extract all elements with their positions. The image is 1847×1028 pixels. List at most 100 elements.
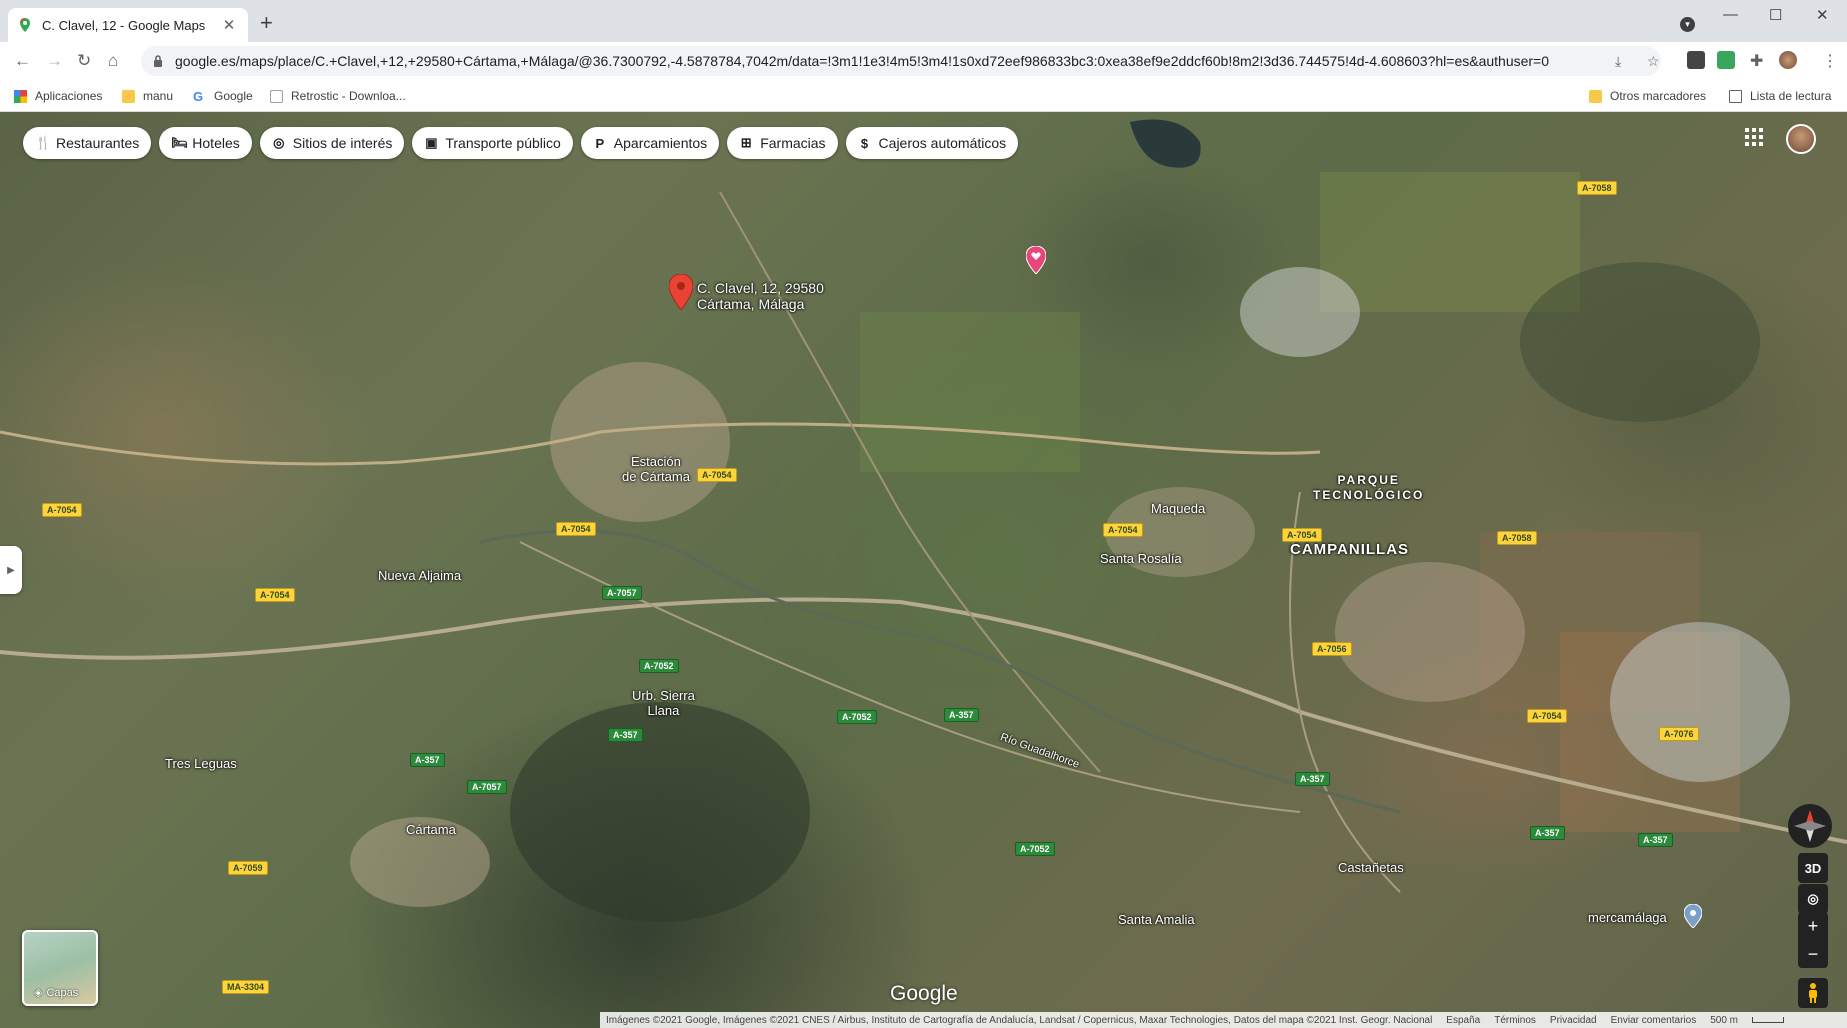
new-tab-icon[interactable]: + — [260, 12, 273, 34]
extensions-puzzle-icon[interactable]: ✚ — [1750, 51, 1763, 71]
extension-1-icon[interactable] — [1687, 51, 1705, 69]
bookmark-star-icon[interactable]: ☆ — [1647, 53, 1660, 70]
home-icon[interactable]: ⌂ — [108, 51, 118, 71]
road-shield: A-7058 — [1497, 531, 1537, 545]
chip-label: Transporte público — [445, 135, 561, 151]
maximize-icon[interactable]: ☐ — [1769, 6, 1782, 24]
scale-bar — [1752, 1017, 1784, 1023]
footer-link-terminos[interactable]: Términos — [1494, 1015, 1536, 1026]
place-urb-sierra-llana[interactable]: Urb. Sierra Llana — [632, 688, 695, 718]
zoom-out-button[interactable]: − — [1798, 940, 1828, 968]
place-label: Urb. Sierra — [632, 688, 695, 703]
saved-place-heart-icon[interactable] — [1026, 246, 1046, 274]
layers-text: Capas — [46, 986, 79, 999]
address-bar[interactable]: google.es/maps/place/C.+Clavel,+12,+2958… — [141, 46, 1661, 76]
camera-icon: ◎ — [273, 135, 285, 150]
road-shield: A-7059 — [228, 861, 268, 875]
lock-icon — [154, 55, 162, 67]
place-cartama[interactable]: Cártama — [406, 822, 456, 837]
road-shield: A-7057 — [467, 780, 507, 794]
bookmark-apps[interactable]: Aplicaciones — [14, 89, 102, 103]
chip-farmacias[interactable]: ⊞ Farmacias — [727, 127, 838, 159]
bookmark-retrostic[interactable]: Retrostic - Downloa... — [270, 89, 406, 103]
road-shield: A-7052 — [837, 710, 877, 724]
bookmark-label: Lista de lectura — [1750, 89, 1832, 103]
road-shield: A-7054 — [1527, 709, 1567, 723]
layers-toggle[interactable]: ◈ Capas — [22, 930, 98, 1006]
tab-title: C. Clavel, 12 - Google Maps — [42, 17, 206, 33]
zoom-in-button[interactable]: + — [1798, 912, 1828, 940]
parking-icon: P — [595, 135, 605, 151]
road-shield: A-7052 — [1015, 842, 1055, 856]
bookmark-label: Retrostic - Downloa... — [291, 89, 406, 103]
road-shield: A-7054 — [697, 468, 737, 482]
bookmark-google[interactable]: G Google — [193, 89, 253, 103]
place-label: TECNOLÓGICO — [1313, 488, 1425, 502]
google-logo: Google — [890, 982, 958, 1005]
bookmark-label: Aplicaciones — [35, 89, 103, 103]
folder-icon — [122, 89, 135, 103]
place-estacion-de-cartama[interactable]: Estación de Cártama — [622, 454, 690, 484]
place-santa-rosalia[interactable]: Santa Rosalía — [1100, 551, 1182, 566]
pin-address[interactable]: C. Clavel, 12, 29580 Cártama, Málaga — [697, 280, 824, 312]
footer-link-espana[interactable]: España — [1446, 1015, 1480, 1026]
my-location-icon[interactable]: ◎ — [1798, 884, 1828, 914]
place-campanillas[interactable]: CAMPANILLAS — [1290, 542, 1409, 557]
road-shield: A-7054 — [42, 503, 82, 517]
back-icon[interactable]: ← — [14, 51, 31, 71]
menu-kebab-icon[interactable]: ⋮ — [1822, 51, 1838, 71]
install-icon[interactable]: ⤓ — [1615, 53, 1621, 70]
google-apps-icon[interactable] — [1745, 128, 1763, 146]
place-santa-amalia[interactable]: Santa Amalia — [1118, 912, 1195, 927]
3d-toggle-button[interactable]: 3D — [1798, 853, 1828, 883]
hotel-icon: 🛏 — [171, 135, 188, 150]
reading-list[interactable]: Lista de lectura — [1729, 89, 1831, 103]
satellite-map[interactable]: 🍴 Restaurantes 🛏 Hoteles ◎ Sitios de interé… — [0, 112, 1847, 1028]
chip-transporte-publico[interactable]: ▣ Transporte público — [412, 127, 573, 159]
map-footer: Imágenes ©2021 Google, Imágenes ©2021 CN… — [600, 1012, 1847, 1028]
place-nueva-aljaima[interactable]: Nueva Aljaima — [378, 568, 461, 583]
compass-icon[interactable] — [1788, 804, 1832, 848]
extension-2-icon[interactable] — [1717, 51, 1735, 69]
apps-grid-icon — [14, 89, 27, 103]
atm-icon: $ — [860, 135, 869, 151]
chip-label: Sitios de interés — [292, 135, 393, 151]
pegman-icon[interactable] — [1798, 978, 1828, 1008]
expand-panel-icon[interactable]: ▶ — [0, 546, 22, 594]
profile-avatar-icon[interactable] — [1779, 51, 1797, 69]
footer-link-comentarios[interactable]: Enviar comentarios — [1611, 1015, 1697, 1026]
poi-pin-icon[interactable] — [1684, 904, 1702, 928]
scale-label[interactable]: 500 m — [1710, 1015, 1738, 1026]
place-tres-leguas[interactable]: Tres Leguas — [165, 756, 237, 771]
attribution: Imágenes ©2021 Google, Imágenes ©2021 CN… — [606, 1014, 1433, 1026]
account-avatar[interactable] — [1786, 124, 1816, 154]
bookmark-manu[interactable]: manu — [122, 89, 173, 103]
road-shield: A-357 — [1295, 772, 1330, 786]
location-pin-icon[interactable] — [669, 274, 693, 310]
bookmark-other[interactable]: Otros marcadores — [1589, 89, 1706, 103]
chip-aparcamientos[interactable]: P Aparcamientos — [580, 127, 720, 159]
close-window-icon[interactable]: ✕ — [1816, 6, 1829, 24]
chip-restaurantes[interactable]: 🍴 Restaurantes — [23, 127, 152, 159]
place-maqueda[interactable]: Maqueda — [1151, 501, 1205, 516]
reload-icon[interactable]: ↻ — [77, 51, 91, 71]
bookmark-label: Google — [214, 89, 253, 103]
place-mercamalaga[interactable]: mercamálaga — [1588, 910, 1667, 925]
chip-hoteles[interactable]: 🛏 Hoteles — [159, 127, 252, 159]
place-label: de Cártama — [622, 469, 690, 484]
pharmacy-icon: ⊞ — [740, 135, 752, 150]
tab-search-icon[interactable]: ▾ — [1680, 17, 1695, 32]
place-castanetas[interactable]: Castañetas — [1338, 860, 1404, 875]
browser-toolbar: ← → ↻ ⌂ google.es/maps/place/C.+Clavel,+… — [0, 42, 1847, 80]
tab-close-icon[interactable]: ✕ — [220, 16, 238, 34]
chip-label: Farmacias — [760, 135, 826, 151]
forward-icon[interactable]: → — [46, 51, 63, 71]
place-parque-tecnologico[interactable]: PARQUE TECNOLÓGICO — [1313, 473, 1424, 503]
minimize-icon[interactable]: — — [1723, 6, 1738, 23]
active-tab[interactable]: C. Clavel, 12 - Google Maps ✕ — [8, 8, 248, 42]
chip-cajeros[interactable]: $ Cajeros automáticos — [845, 127, 1019, 159]
place-label: PARQUE — [1337, 473, 1400, 487]
footer-link-privacidad[interactable]: Privacidad — [1550, 1015, 1597, 1026]
chip-label: Aparcamientos — [613, 135, 708, 151]
chip-sitios-de-interes[interactable]: ◎ Sitios de interés — [259, 127, 405, 159]
